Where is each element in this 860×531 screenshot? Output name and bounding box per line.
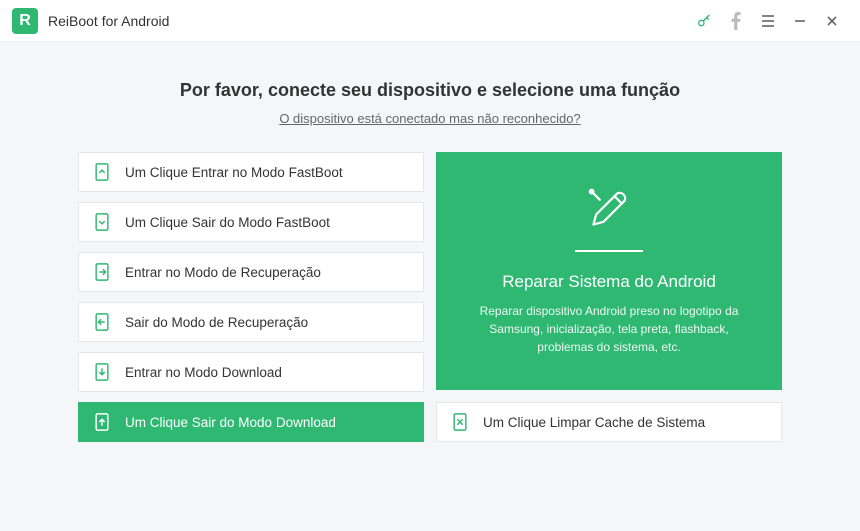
option-label: Um Clique Sair do Modo FastBoot — [125, 215, 330, 230]
option-label: Um Clique Entrar no Modo FastBoot — [125, 165, 343, 180]
repair-description: Reparar dispositivo Android preso no log… — [464, 302, 754, 356]
close-button[interactable] — [816, 5, 848, 37]
minimize-button[interactable] — [784, 5, 816, 37]
phone-clear-icon — [451, 413, 469, 431]
titlebar: R ReiBoot for Android — [0, 0, 860, 42]
option-label: Um Clique Sair do Modo Download — [125, 415, 336, 430]
device-not-recognized-link[interactable]: O dispositivo está conectado mas não rec… — [78, 111, 782, 126]
options-grid: Um Clique Entrar no Modo FastBoot Um Cli… — [78, 152, 782, 442]
exit-download-button[interactable]: Um Clique Sair do Modo Download — [78, 402, 424, 442]
app-title: ReiBoot for Android — [48, 13, 169, 29]
phone-recovery-in-icon — [93, 263, 111, 281]
tools-icon — [587, 187, 631, 236]
mode-options-column: Um Clique Entrar no Modo FastBoot Um Cli… — [78, 152, 424, 442]
key-icon[interactable] — [688, 5, 720, 37]
option-label: Entrar no Modo de Recuperação — [125, 265, 321, 280]
phone-arrow-up-icon — [93, 163, 111, 181]
phone-recovery-out-icon — [93, 313, 111, 331]
enter-download-button[interactable]: Entrar no Modo Download — [78, 352, 424, 392]
repair-title: Reparar Sistema do Android — [502, 272, 716, 292]
repair-column: Reparar Sistema do Android Reparar dispo… — [436, 152, 782, 442]
exit-recovery-button[interactable]: Sair do Modo de Recuperação — [78, 302, 424, 342]
enter-recovery-button[interactable]: Entrar no Modo de Recuperação — [78, 252, 424, 292]
main-content: Por favor, conecte seu dispositivo e sel… — [0, 42, 860, 442]
option-label: Entrar no Modo Download — [125, 365, 282, 380]
option-label: Sair do Modo de Recuperação — [125, 315, 308, 330]
facebook-icon[interactable] — [720, 5, 752, 37]
phone-arrow-down-icon — [93, 213, 111, 231]
clear-cache-button[interactable]: Um Clique Limpar Cache de Sistema — [436, 402, 782, 442]
app-logo: R — [12, 8, 38, 34]
exit-fastboot-button[interactable]: Um Clique Sair do Modo FastBoot — [78, 202, 424, 242]
page-headline: Por favor, conecte seu dispositivo e sel… — [78, 80, 782, 101]
enter-fastboot-button[interactable]: Um Clique Entrar no Modo FastBoot — [78, 152, 424, 192]
card-divider — [575, 250, 643, 252]
logo-letter: R — [19, 12, 31, 30]
option-label: Um Clique Limpar Cache de Sistema — [483, 415, 705, 430]
phone-download-out-icon — [93, 413, 111, 431]
menu-icon[interactable] — [752, 5, 784, 37]
repair-system-card[interactable]: Reparar Sistema do Android Reparar dispo… — [436, 152, 782, 390]
phone-download-in-icon — [93, 363, 111, 381]
